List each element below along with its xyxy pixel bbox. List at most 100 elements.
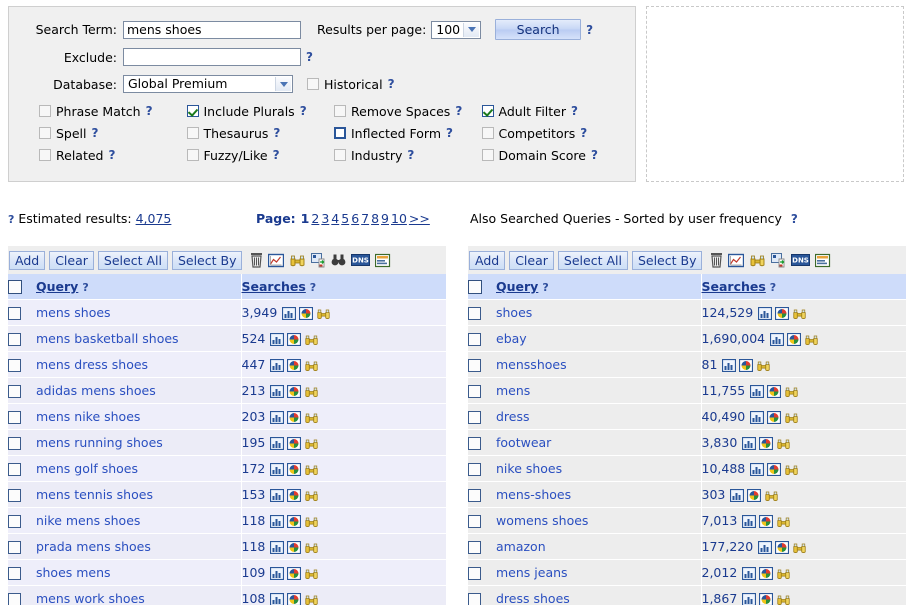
row-checkbox[interactable] [8, 567, 21, 580]
row-checkbox[interactable] [8, 541, 21, 554]
table-row[interactable]: mens 11,755 [468, 377, 906, 404]
sort-by-query-link[interactable]: Query [36, 279, 78, 294]
bar-chart-icon[interactable] [270, 463, 285, 476]
table-row[interactable]: mens dress shoes 447 [8, 351, 446, 378]
bar-chart-icon[interactable] [270, 359, 285, 372]
search-input[interactable] [123, 20, 301, 39]
row-checkbox[interactable] [8, 593, 21, 605]
select-all-checkbox[interactable] [8, 280, 22, 295]
help-icon-industry[interactable]: ? [407, 148, 414, 162]
binoculars-gold-icon[interactable] [776, 593, 791, 605]
bar-chart-icon[interactable] [742, 593, 757, 605]
row-checkbox[interactable] [468, 385, 481, 398]
page-link-7[interactable]: 7 [361, 211, 369, 226]
bar-chart-icon[interactable] [750, 463, 765, 476]
help-icon-searches-column[interactable]: ? [770, 281, 776, 294]
query-link[interactable]: nike shoes [496, 461, 562, 476]
select-all-button[interactable]: Select All [557, 250, 628, 270]
row-checkbox[interactable] [8, 411, 21, 424]
help-icon-query-column[interactable]: ? [82, 281, 88, 294]
help-icon-spell[interactable]: ? [92, 126, 99, 140]
pie-chart-icon[interactable] [287, 359, 302, 372]
bar-chart-icon[interactable] [270, 567, 285, 580]
bar-chart-icon[interactable] [270, 593, 285, 605]
binoculars-gold-icon[interactable] [776, 567, 791, 580]
binoculars-gold-icon[interactable] [784, 463, 799, 476]
clear-button[interactable]: Clear [509, 250, 554, 270]
pie-chart-icon[interactable] [759, 593, 774, 605]
binoculars-gold-icon[interactable] [304, 385, 319, 398]
help-icon-adult-filter[interactable]: ? [571, 104, 578, 118]
pie-chart-icon[interactable] [767, 411, 782, 424]
page-next-link[interactable]: >> [409, 211, 430, 226]
pie-chart-icon[interactable] [775, 307, 790, 320]
row-checkbox[interactable] [468, 333, 481, 346]
checkbox-phrase-match[interactable] [39, 105, 51, 117]
pie-chart-icon[interactable] [287, 463, 302, 476]
pie-chart-icon[interactable] [287, 385, 302, 398]
database-select[interactable]: Global Premium [123, 75, 293, 93]
binoculars-icon[interactable] [331, 253, 346, 267]
row-checkbox[interactable] [468, 437, 481, 450]
query-link[interactable]: mens shoes [36, 305, 111, 320]
list-report-icon[interactable] [815, 253, 831, 268]
table-row[interactable]: prada mens shoes 118 [8, 533, 446, 560]
help-icon-competitors[interactable]: ? [580, 126, 587, 140]
pie-chart-icon[interactable] [287, 593, 302, 605]
image-export-icon[interactable] [311, 252, 326, 268]
bar-chart-icon[interactable] [270, 411, 285, 424]
table-row[interactable]: shoes mens 109 [8, 559, 446, 586]
table-row[interactable]: nike shoes 10,488 [468, 455, 906, 482]
pie-chart-icon[interactable] [787, 333, 802, 346]
table-row[interactable]: nike mens shoes 118 [8, 507, 446, 534]
binoculars-gold-icon[interactable] [304, 333, 319, 346]
binoculars-gold-icon[interactable] [804, 333, 819, 346]
pie-chart-icon[interactable] [287, 437, 302, 450]
pie-chart-icon[interactable] [747, 489, 762, 502]
binoculars-gold-icon[interactable] [792, 541, 807, 554]
binoculars-gold-icon[interactable] [764, 489, 779, 502]
bar-chart-icon[interactable] [750, 411, 765, 424]
trash-icon[interactable] [710, 252, 723, 268]
query-link[interactable]: footwear [496, 435, 551, 450]
checkbox-fuzzy-like[interactable] [186, 149, 199, 161]
pie-chart-icon[interactable] [299, 307, 314, 320]
pie-chart-icon[interactable] [759, 437, 774, 450]
query-link[interactable]: adidas mens shoes [36, 383, 156, 398]
bar-chart-icon[interactable] [770, 333, 785, 346]
help-icon-search[interactable]: ? [586, 23, 593, 37]
sort-by-searches-link[interactable]: Searches [242, 279, 306, 294]
pie-chart-icon[interactable] [767, 463, 782, 476]
binoculars-gold-icon[interactable] [776, 437, 791, 450]
checkbox-historical[interactable] [307, 78, 319, 90]
page-link-9[interactable]: 9 [381, 211, 389, 226]
page-link-2[interactable]: 2 [311, 211, 319, 226]
binoculars-gold-icon[interactable] [756, 359, 771, 372]
bar-chart-icon[interactable] [730, 489, 745, 502]
row-checkbox[interactable] [468, 359, 481, 372]
help-icon-remove-spaces[interactable]: ? [455, 104, 462, 118]
query-link[interactable]: womens shoes [496, 513, 588, 528]
row-checkbox[interactable] [8, 333, 21, 346]
line-chart-icon[interactable] [728, 253, 745, 268]
query-link[interactable]: dress [496, 409, 530, 424]
pie-chart-icon[interactable] [759, 567, 774, 580]
table-row[interactable]: shoes 124,529 [468, 299, 906, 326]
dns-icon[interactable]: DNS [791, 254, 811, 266]
binoculars-gold-icon[interactable] [304, 541, 319, 554]
pie-chart-icon[interactable] [287, 333, 302, 346]
help-icon-domain-score[interactable]: ? [591, 148, 598, 162]
help-icon-also-searched[interactable]: ? [791, 212, 798, 226]
bar-chart-icon[interactable] [270, 515, 285, 528]
table-row[interactable]: mens basketball shoes 524 [8, 325, 446, 352]
list-report-icon[interactable] [375, 253, 391, 268]
pie-chart-icon[interactable] [287, 541, 302, 554]
pie-chart-icon[interactable] [775, 541, 790, 554]
table-row[interactable]: mens-shoes 303 [468, 481, 906, 508]
bar-chart-icon[interactable] [270, 385, 285, 398]
binoculars-gold-icon[interactable] [792, 307, 807, 320]
checkbox-inflected-form[interactable] [334, 127, 346, 139]
query-link[interactable]: shoes [496, 305, 532, 320]
query-link[interactable]: mens work shoes [36, 591, 145, 605]
page-link-4[interactable]: 4 [331, 211, 339, 226]
